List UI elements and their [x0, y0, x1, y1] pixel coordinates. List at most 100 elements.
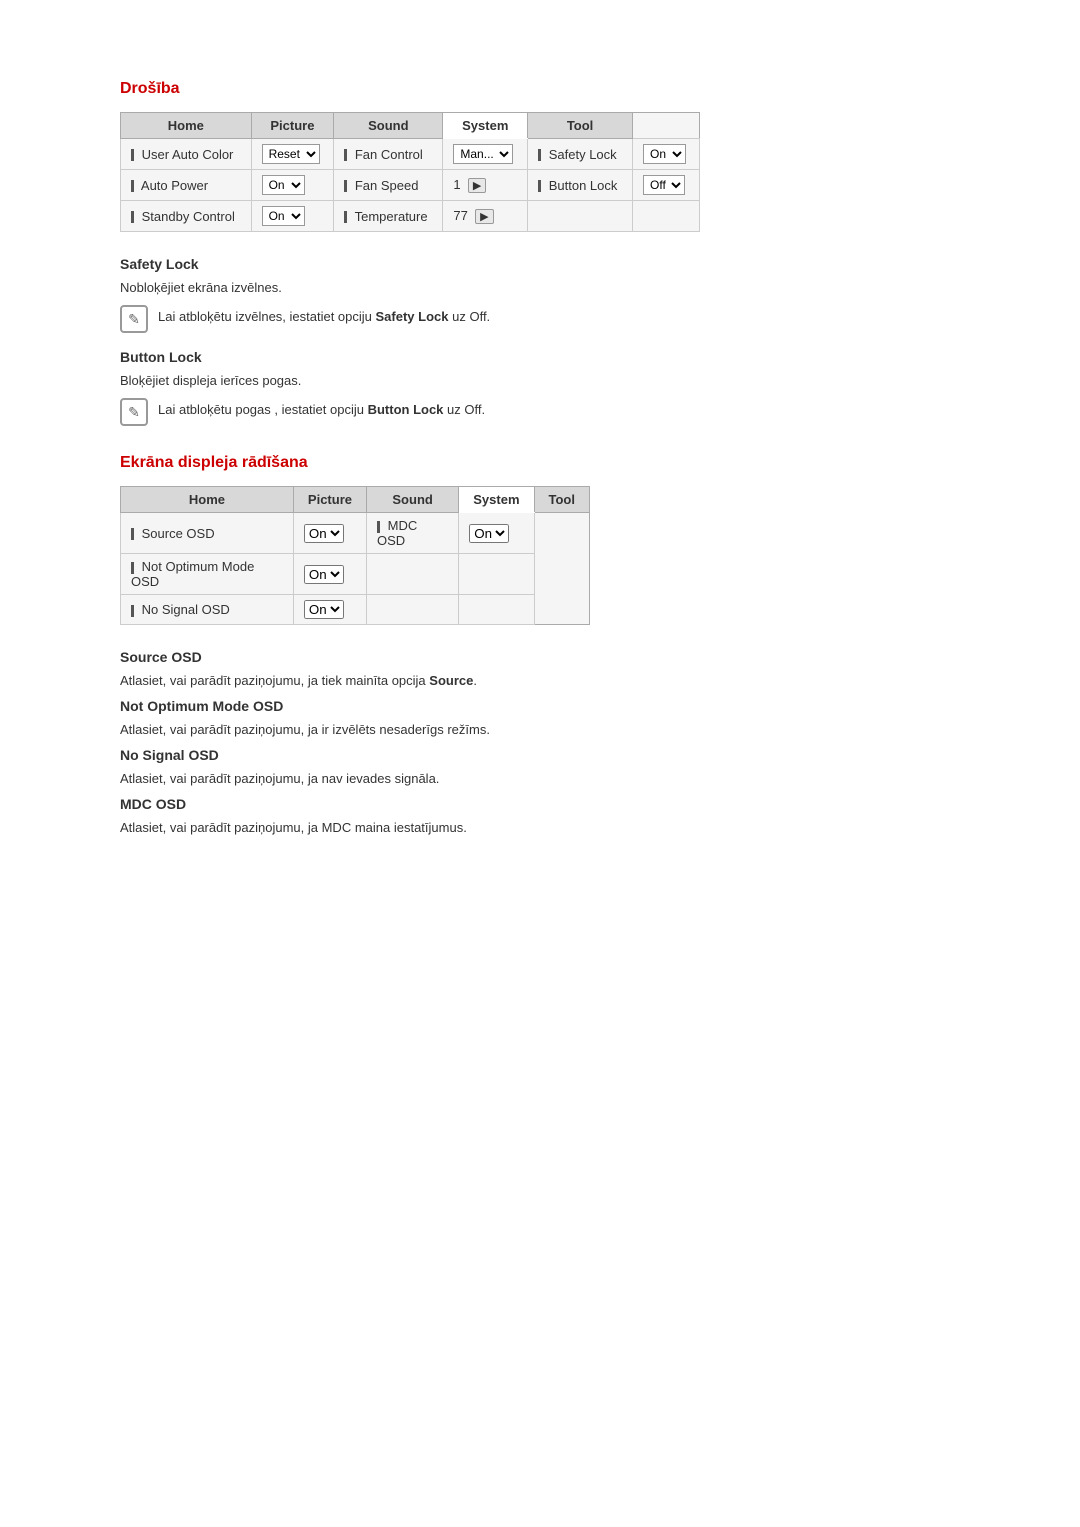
row-icon	[538, 180, 541, 192]
drosiba-menu-table: Home Picture Sound System Tool User Auto…	[120, 112, 700, 232]
cell-no-signal: No Signal OSD	[121, 595, 294, 625]
cell-standby-control: Standby Control	[121, 201, 252, 232]
arrow-right-icon[interactable]: ▶	[468, 178, 486, 193]
safety-lock-desc: Nobloķējiet ekrāna izvēlnes.	[120, 280, 960, 295]
label-auto-power: Auto Power	[141, 178, 208, 193]
fan-speed-value: 1	[453, 177, 460, 192]
tab-picture[interactable]: Picture	[251, 113, 334, 139]
row-icon	[131, 180, 134, 192]
label-user-auto-color: User Auto Color	[142, 147, 234, 162]
cell-not-optimum-val[interactable]: On	[293, 554, 366, 595]
no-signal-desc: Atlasiet, vai parādīt paziņojumu, ja nav…	[120, 771, 960, 786]
label-source-osd: Source OSD	[142, 526, 215, 541]
cell-source-osd-val[interactable]: On	[293, 513, 366, 554]
row-icon	[538, 149, 541, 161]
note-suffix: uz Off.	[449, 309, 491, 324]
tab-tool2[interactable]: Tool	[534, 487, 590, 513]
select-mdc-osd[interactable]: On	[469, 524, 509, 543]
button-lock-note: ✎ Lai atbloķētu pogas , iestatiet opciju…	[120, 398, 960, 426]
mdc-osd-desc: Atlasiet, vai parādīt paziņojumu, ja MDC…	[120, 820, 960, 835]
select-no-signal[interactable]: On	[304, 600, 344, 619]
cell-no-signal-val[interactable]: On	[293, 595, 366, 625]
cell-standby-val[interactable]: On	[251, 201, 334, 232]
cell-auto-power: Auto Power	[121, 170, 252, 201]
row-icon	[131, 149, 134, 161]
cell-empty1	[528, 201, 633, 232]
table-row: No Signal OSD On	[121, 595, 590, 625]
row-icon	[344, 211, 347, 223]
not-optimum-heading: Not Optimum Mode OSD	[120, 698, 960, 714]
section-drosiba: Drošība Home Picture Sound System Tool U…	[120, 80, 960, 426]
cell-reset[interactable]: Reset	[251, 139, 334, 170]
temperature-value: 77	[453, 208, 467, 223]
note-bold: Button Lock	[368, 402, 444, 417]
select-reset[interactable]: Reset	[262, 144, 320, 164]
cell-button-lock-val[interactable]: Off	[633, 170, 700, 201]
no-signal-heading: No Signal OSD	[120, 747, 960, 763]
cell-empty5	[366, 595, 458, 625]
note-icon: ✎	[120, 398, 148, 426]
label-standby-control: Standby Control	[142, 209, 235, 224]
tab-home[interactable]: Home	[121, 113, 252, 139]
source-osd-suffix: .	[473, 673, 477, 688]
tab-system2[interactable]: System	[459, 487, 534, 513]
label-temperature: Temperature	[355, 209, 428, 224]
safety-lock-note-text: Lai atbloķētu izvēlnes, iestatiet opciju…	[158, 305, 490, 324]
cell-empty3	[366, 554, 458, 595]
tab-tool[interactable]: Tool	[528, 113, 633, 139]
note-icon: ✎	[120, 305, 148, 333]
select-auto-power[interactable]: On	[262, 175, 305, 195]
tab-sound2[interactable]: Sound	[366, 487, 458, 513]
cell-safety-lock: Safety Lock	[528, 139, 633, 170]
tab-picture2[interactable]: Picture	[293, 487, 366, 513]
cell-user-auto-color: User Auto Color	[121, 139, 252, 170]
cell-source-osd: Source OSD	[121, 513, 294, 554]
cell-fan-speed-val[interactable]: 1 ▶	[443, 170, 528, 201]
cell-temperature-val[interactable]: 77 ▶	[443, 201, 528, 232]
cell-mdc-osd: MDC OSD	[366, 513, 458, 554]
row-icon	[131, 605, 134, 617]
safety-lock-note: ✎ Lai atbloķētu izvēlnes, iestatiet opci…	[120, 305, 960, 333]
cell-fan-control: Fan Control	[334, 139, 443, 170]
select-button-lock[interactable]: Off	[643, 175, 685, 195]
select-fan-control[interactable]: Man...	[453, 144, 513, 164]
cell-empty2	[633, 201, 700, 232]
button-lock-note-text: Lai atbloķētu pogas , iestatiet opciju B…	[158, 398, 485, 417]
note-prefix: Lai atbloķētu pogas , iestatiet opciju	[158, 402, 368, 417]
cell-mdc-osd-val[interactable]: On	[459, 513, 534, 554]
note-bold: Safety Lock	[376, 309, 449, 324]
arrow-right-icon[interactable]: ▶	[475, 209, 493, 224]
row-icon	[344, 180, 347, 192]
ekrana-menu-table: Home Picture Sound System Tool Source OS…	[120, 486, 590, 625]
row-icon	[344, 149, 347, 161]
tab-home2[interactable]: Home	[121, 487, 294, 513]
select-standby[interactable]: On	[262, 206, 305, 226]
source-osd-bold: Source	[429, 673, 473, 688]
section-ekrana-title: Ekrāna displeja rādīšana	[120, 454, 960, 472]
table-row: Not Optimum Mode OSD On	[121, 554, 590, 595]
cell-auto-power-val[interactable]: On	[251, 170, 334, 201]
cell-fan-control-val[interactable]: Man...	[443, 139, 528, 170]
select-not-optimum[interactable]: On	[304, 565, 344, 584]
source-osd-heading: Source OSD	[120, 649, 960, 665]
tab-sound[interactable]: Sound	[334, 113, 443, 139]
cell-safety-lock-val[interactable]: On	[633, 139, 700, 170]
row-icon	[131, 562, 134, 574]
source-osd-text: Atlasiet, vai parādīt paziņojumu, ja tie…	[120, 673, 429, 688]
note-prefix: Lai atbloķētu izvēlnes, iestatiet opciju	[158, 309, 376, 324]
button-lock-heading: Button Lock	[120, 349, 960, 365]
row-icon	[377, 521, 380, 533]
section-drosiba-title: Drošība	[120, 80, 960, 98]
select-safety-lock[interactable]: On	[643, 144, 686, 164]
not-optimum-desc: Atlasiet, vai parādīt paziņojumu, ja ir …	[120, 722, 960, 737]
cell-button-lock: Button Lock	[528, 170, 633, 201]
safety-lock-heading: Safety Lock	[120, 256, 960, 272]
tab-system[interactable]: System	[443, 113, 528, 139]
label-button-lock: Button Lock	[549, 178, 618, 193]
select-source-osd[interactable]: On	[304, 524, 344, 543]
table-row: Auto Power On Fan Speed 1 ▶ But	[121, 170, 700, 201]
label-no-signal: No Signal OSD	[142, 602, 230, 617]
cell-not-optimum: Not Optimum Mode OSD	[121, 554, 294, 595]
button-lock-desc: Bloķējiet displeja ierīces pogas.	[120, 373, 960, 388]
label-mdc-osd: MDC OSD	[377, 518, 417, 548]
